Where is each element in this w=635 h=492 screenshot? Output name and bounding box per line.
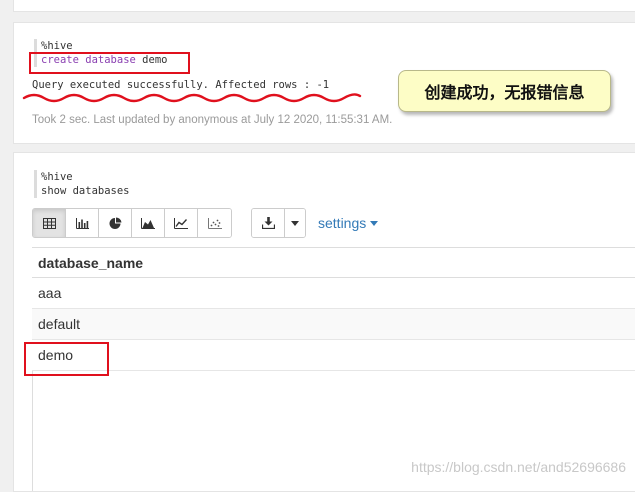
bar-chart-icon [75, 217, 89, 229]
download-group [251, 208, 306, 238]
download-icon [261, 217, 275, 229]
pie-chart-icon [109, 216, 121, 229]
code-line-show: show databases [41, 185, 130, 197]
code-line-interpreter: %hive [41, 40, 73, 52]
watermark: https://blog.csdn.net/and52696686 [411, 459, 626, 475]
settings-dropdown[interactable]: settings [318, 215, 379, 231]
annotation-callout: 创建成功，无报错信息 [398, 70, 611, 112]
result-toolbar: settings [32, 208, 379, 238]
paragraph-show-databases: %hive show databases settings database_n… [13, 152, 635, 492]
download-button[interactable] [252, 209, 285, 237]
settings-label: settings [318, 215, 367, 231]
query-result-text: Query executed successfully. Affected ro… [32, 79, 330, 91]
table-view-button[interactable] [33, 209, 66, 237]
wavy-underline-annotation [22, 93, 362, 103]
line-chart-icon [174, 217, 188, 229]
view-switcher [32, 208, 232, 238]
line-chart-button[interactable] [165, 209, 198, 237]
highlight-box-demo-row [24, 342, 109, 376]
caret-down-icon [291, 220, 299, 226]
caret-down-icon [370, 220, 379, 226]
table-row: default [32, 309, 635, 340]
download-dropdown-button[interactable] [285, 209, 305, 237]
bar-chart-button[interactable] [66, 209, 99, 237]
table-row: aaa [32, 278, 635, 309]
paragraph-meta: Took 2 sec. Last updated by anonymous at… [32, 114, 393, 126]
highlight-box-create-statement [29, 52, 190, 74]
table-icon [42, 217, 56, 229]
result-table: database_name aaa default demo [32, 247, 635, 491]
table-row: demo [32, 340, 635, 371]
code-editor[interactable]: %hive show databases [34, 170, 130, 198]
scatter-chart-icon [207, 217, 222, 229]
pie-chart-button[interactable] [99, 209, 132, 237]
area-chart-button[interactable] [132, 209, 165, 237]
table-header-database-name[interactable]: database_name [32, 247, 635, 278]
scatter-chart-button[interactable] [198, 209, 231, 237]
area-chart-icon [141, 217, 155, 229]
code-line-interpreter: %hive [41, 171, 73, 183]
previous-paragraph [13, 0, 635, 12]
